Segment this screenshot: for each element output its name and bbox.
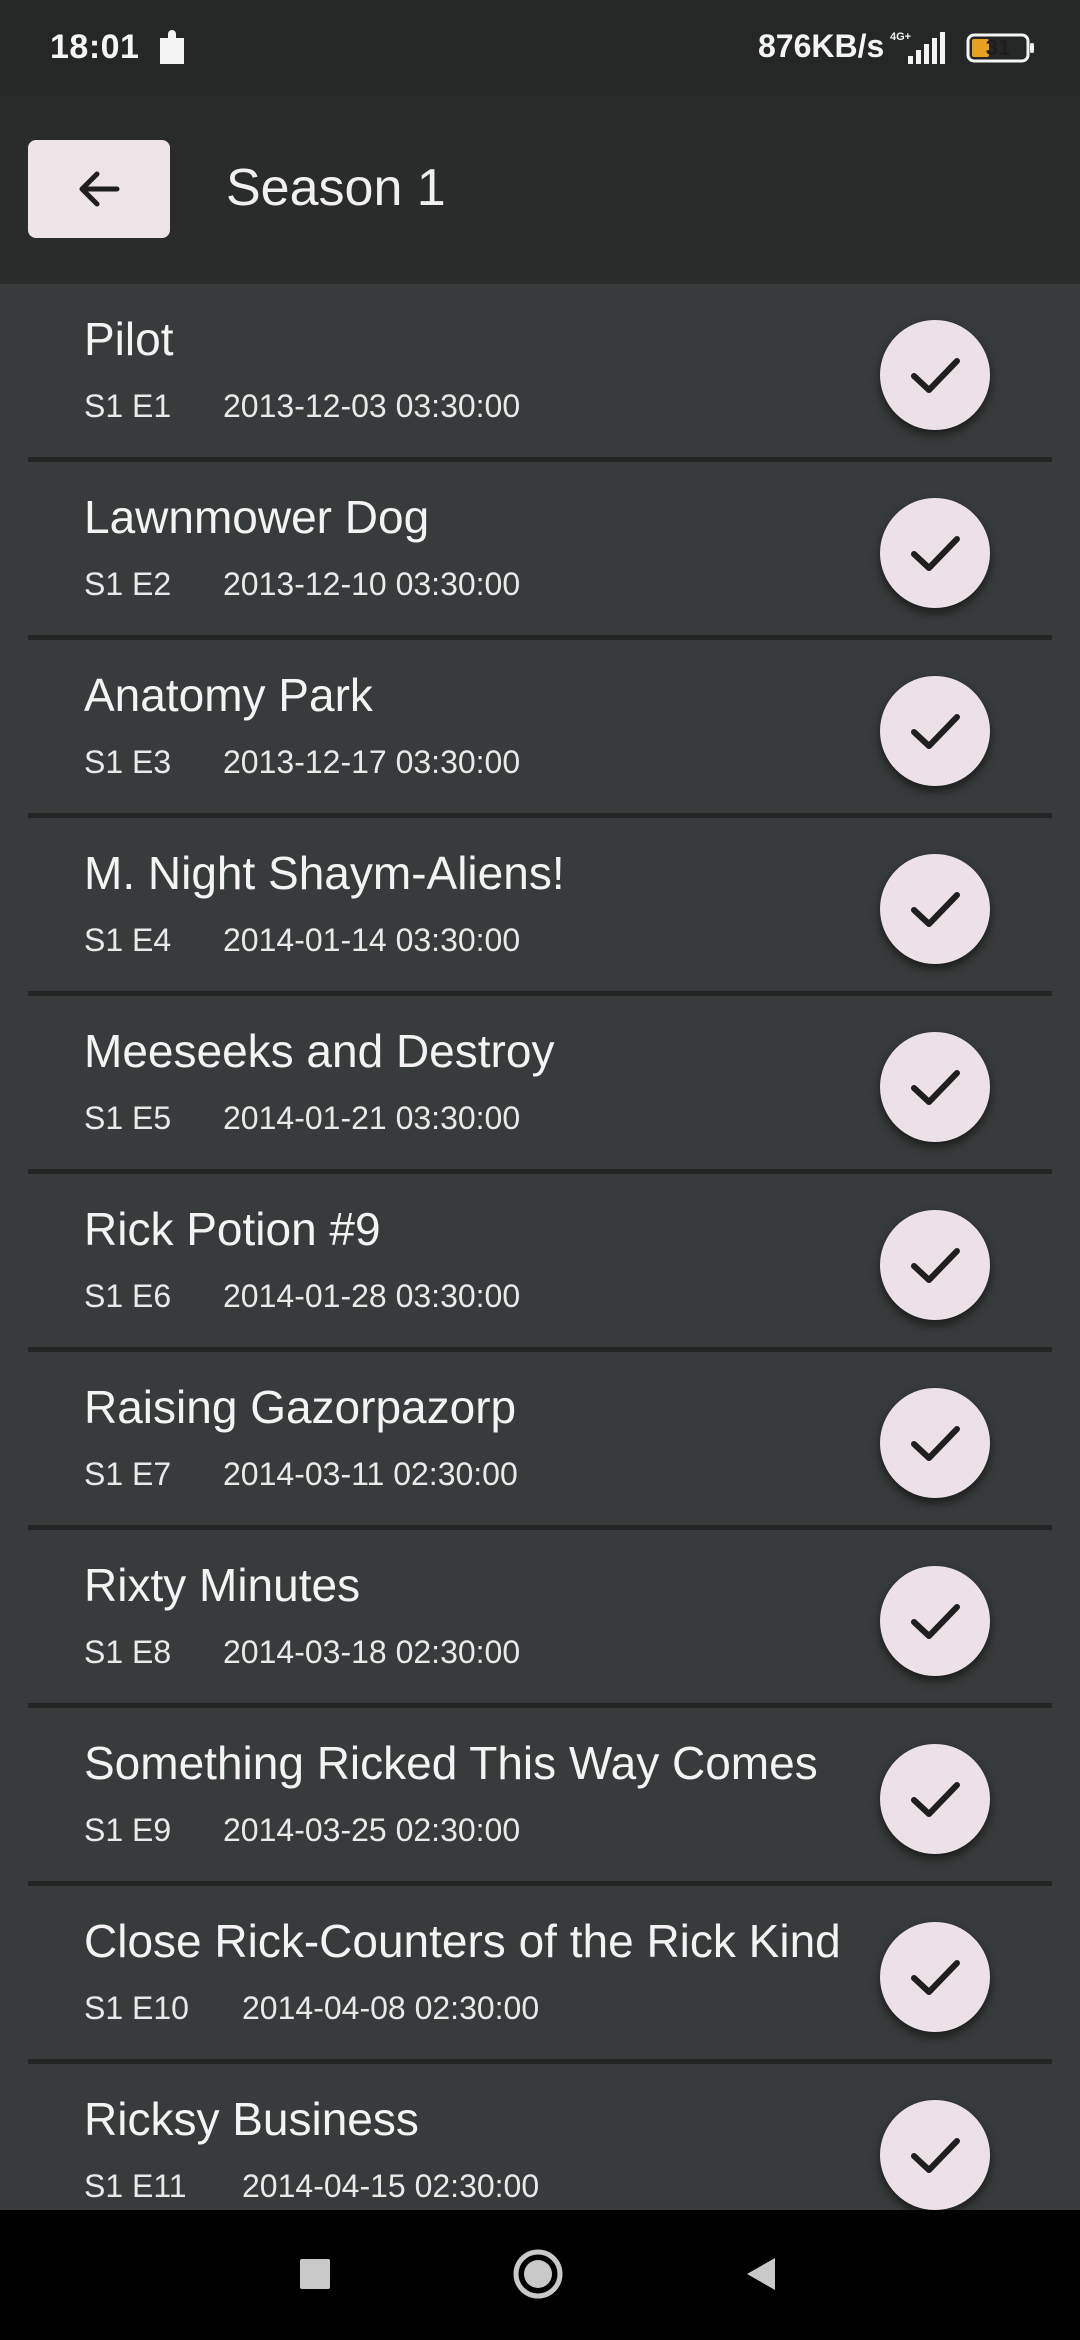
square-icon[interactable] [285, 2244, 345, 2304]
episode-row[interactable]: Meeseeks and Destroy S1 E5 2014-01-21 03:3… [0, 996, 1080, 1174]
episode-code: S1 E7 [84, 1456, 172, 1492]
episode-title: Ricksy Business [84, 2093, 419, 2145]
battery-level: 31 [985, 35, 1011, 60]
watched-toggle-button[interactable] [880, 1210, 990, 1320]
watched-toggle-button[interactable] [880, 2100, 990, 2210]
back-button[interactable] [28, 140, 170, 238]
episode-code: S1 E3 [84, 744, 172, 780]
page-title: Season 1 [226, 159, 446, 217]
circle-icon[interactable] [508, 2244, 568, 2304]
episode-code: S1 E5 [84, 1100, 172, 1136]
episode-air-date: 2014-03-18 02:30:00 [223, 1634, 521, 1670]
episode-air-date: 2014-04-08 02:30:00 [242, 1990, 540, 2026]
watched-toggle-button[interactable] [880, 498, 990, 608]
episode-list[interactable]: Pilot S1 E1 2013-12-03 03:30:00 Lawnmower D… [0, 284, 1080, 2210]
watched-toggle-button[interactable] [880, 1388, 990, 1498]
check-icon [911, 1782, 960, 1817]
episode-title: Pilot [84, 313, 174, 365]
episode-code: S1 E9 [84, 1812, 172, 1848]
episode-title: Lawnmower Dog [84, 491, 430, 543]
signal-icon: 4G+ [890, 31, 945, 64]
episode-code: S1 E4 [84, 922, 172, 958]
episode-row[interactable]: Lawnmower Dog S1 E2 2013-12-10 03:30:00 [0, 462, 1080, 640]
network-type: 4G+ [890, 31, 911, 43]
puzzle-icon [160, 30, 184, 64]
episode-title: Meeseeks and Destroy [84, 1025, 555, 1077]
watched-toggle-button[interactable] [880, 1032, 990, 1142]
check-icon [911, 1070, 960, 1105]
episode-row[interactable]: M. Night Shaym-Aliens! S1 E4 2014-01-14 03… [0, 818, 1080, 996]
episode-air-date: 2013-12-17 03:30:00 [223, 744, 521, 780]
triangle-back-icon[interactable] [733, 2244, 793, 2304]
episode-title: Close Rick-Counters of the Rick Kind [84, 1915, 841, 1967]
status-bar: 18:01 876KB/s 4G+ 31 [0, 0, 1080, 96]
episode-title: M. Night Shaym-Aliens! [84, 847, 565, 899]
episode-title: Rixty Minutes [84, 1559, 361, 1611]
episode-title: Anatomy Park [84, 669, 373, 721]
episode-air-date: 2013-12-03 03:30:00 [223, 388, 521, 424]
episode-code: S1 E10 [84, 1990, 189, 2026]
episode-row[interactable]: Something Ricked This Way Comes S1 E9 2014… [0, 1708, 1080, 1886]
check-icon [911, 714, 960, 749]
navigation-bar [0, 2210, 1080, 2340]
episode-title: Rick Potion #9 [84, 1203, 381, 1255]
watched-toggle-button[interactable] [880, 320, 990, 430]
check-icon [911, 358, 960, 393]
episode-title: Raising Gazorpazorp [84, 1381, 517, 1433]
check-icon [911, 892, 960, 927]
episode-row[interactable]: Pilot S1 E1 2013-12-03 03:30:00 [0, 284, 1080, 462]
watched-toggle-button[interactable] [880, 854, 990, 964]
episode-air-date: 2014-03-11 02:30:00 [223, 1456, 518, 1492]
episode-air-date: 2014-01-14 03:30:00 [223, 922, 521, 958]
check-icon [911, 1604, 960, 1639]
watched-toggle-button[interactable] [880, 1566, 990, 1676]
episode-air-date: 2014-04-15 02:30:00 [242, 2168, 540, 2204]
episode-code: S1 E11 [84, 2168, 187, 2204]
episode-row[interactable]: Rick Potion #9 S1 E6 2014-01-28 03:30:00 [0, 1174, 1080, 1352]
episode-code: S1 E6 [84, 1278, 172, 1314]
episode-row[interactable]: Ricksy Business S1 E11 2014-04-15 02:30:00 [0, 2064, 1080, 2210]
episode-code: S1 E8 [84, 1634, 172, 1670]
watched-toggle-button[interactable] [880, 1922, 990, 2032]
network-speed: 876KB/s [758, 28, 885, 64]
episode-air-date: 2014-01-28 03:30:00 [223, 1278, 521, 1314]
episode-air-date: 2013-12-10 03:30:00 [223, 566, 521, 602]
check-icon [911, 1426, 960, 1461]
episode-code: S1 E1 [84, 388, 172, 424]
check-icon [911, 1248, 960, 1283]
episode-row[interactable]: Close Rick-Counters of the Rick Kind S1 E… [0, 1886, 1080, 2064]
watched-toggle-button[interactable] [880, 676, 990, 786]
episode-title: Something Ricked This Way Comes [84, 1737, 818, 1789]
check-icon [911, 2138, 960, 2173]
app-bar: Season 1 [0, 96, 1080, 284]
episode-row[interactable]: Raising Gazorpazorp S1 E7 2014-03-11 02:30… [0, 1352, 1080, 1530]
episode-code: S1 E2 [84, 566, 172, 602]
episode-air-date: 2014-03-25 02:30:00 [223, 1812, 521, 1848]
episode-air-date: 2014-01-21 03:30:00 [223, 1100, 521, 1136]
watched-toggle-button[interactable] [880, 1744, 990, 1854]
status-time: 18:01 [50, 28, 140, 66]
arrow-left-icon [79, 171, 120, 207]
check-icon [911, 536, 960, 571]
episode-row[interactable]: Rixty Minutes S1 E8 2014-03-18 02:30:00 [0, 1530, 1080, 1708]
episode-row[interactable]: Anatomy Park S1 E3 2013-12-17 03:30:00 [0, 640, 1080, 818]
check-icon [911, 1960, 960, 1995]
